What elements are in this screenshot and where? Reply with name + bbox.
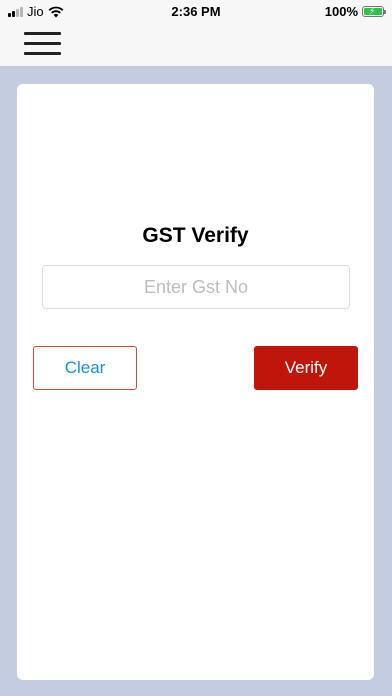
verify-button[interactable]: Verify [254, 346, 358, 390]
gst-verify-card: GST Verify Clear Verify [17, 84, 374, 680]
battery-percent: 100% [324, 4, 358, 19]
app-screen: Jio 2:36 PM 100% ⚡ GST Verify Clear Veri… [0, 0, 392, 696]
nav-bar [0, 22, 392, 67]
status-bar: Jio 2:36 PM 100% ⚡ [0, 0, 392, 22]
page-title: GST Verify [142, 224, 249, 247]
status-bar-right: 100% ⚡ [324, 4, 386, 19]
clear-button[interactable]: Clear [33, 346, 137, 390]
gst-number-input[interactable] [42, 265, 350, 309]
battery-charging-icon: ⚡ [362, 6, 386, 17]
hamburger-menu-icon[interactable] [24, 31, 62, 57]
